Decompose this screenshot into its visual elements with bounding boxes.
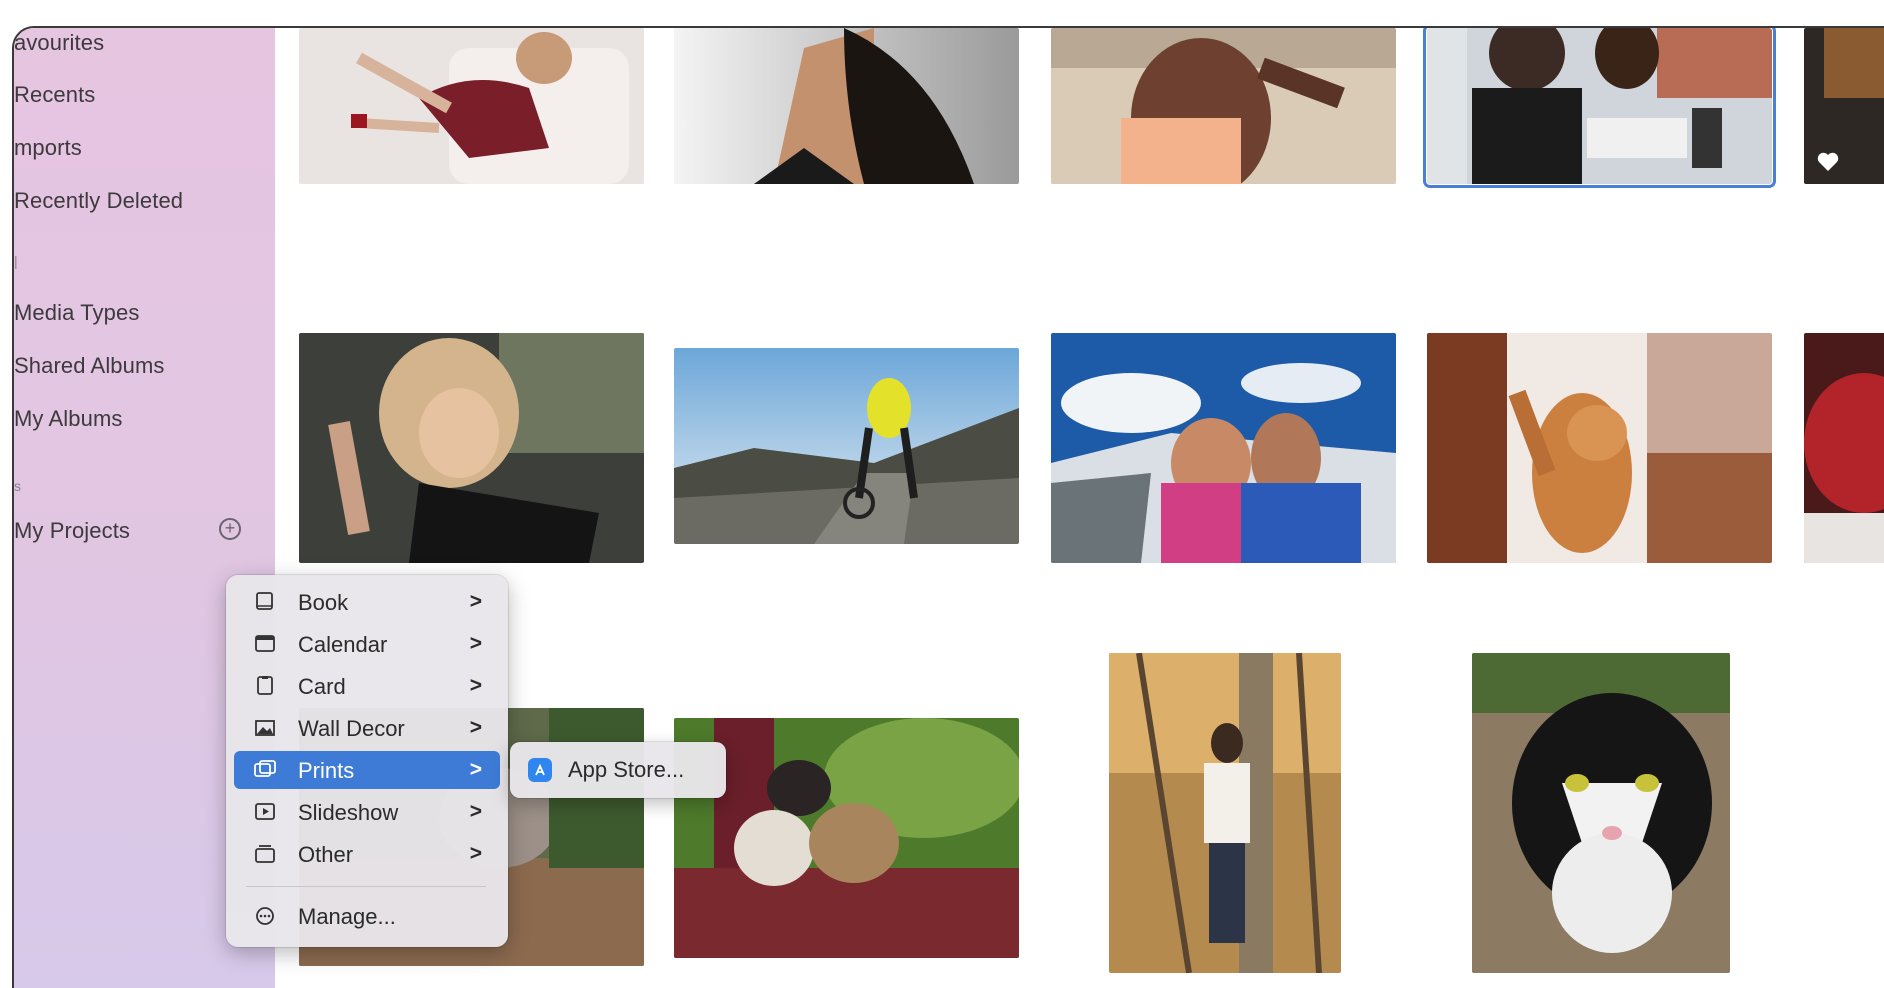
menu-item-label: Card xyxy=(298,674,346,699)
photo-thumbnail[interactable] xyxy=(1427,333,1772,563)
plus-circle-icon[interactable]: + xyxy=(219,518,241,540)
sidebar-section-divider: s xyxy=(14,478,21,494)
prints-submenu: App Store... xyxy=(510,742,726,798)
photo-image xyxy=(1051,333,1396,563)
menu-item-wall-decor[interactable]: Wall Decor > xyxy=(234,709,500,747)
photo-thumbnail[interactable] xyxy=(299,333,644,563)
sidebar-item-recently-deleted[interactable]: Recently Deleted xyxy=(14,188,183,214)
photo-image xyxy=(674,348,1019,544)
menu-item-card[interactable]: Card > xyxy=(234,667,500,705)
app-store-icon xyxy=(528,758,552,782)
chevron-right-icon: > xyxy=(469,590,482,613)
photo-thumbnail[interactable] xyxy=(1109,653,1341,973)
photo-thumbnail[interactable] xyxy=(1051,333,1396,563)
photo-image xyxy=(1804,333,1884,563)
calendar-icon xyxy=(255,635,275,652)
menu-item-label: Manage... xyxy=(298,904,396,929)
sidebar-item-imports[interactable]: mports xyxy=(14,135,82,161)
photo-image xyxy=(1109,653,1341,973)
menu-item-prints[interactable]: Prints > xyxy=(234,751,500,789)
other-icon xyxy=(255,845,275,863)
sidebar-item-favourites[interactable]: avourites xyxy=(14,30,104,56)
menu-item-label: Wall Decor xyxy=(298,716,405,741)
photo-image xyxy=(674,28,1019,184)
photo-thumbnail[interactable] xyxy=(1804,333,1884,563)
photo-thumbnail[interactable] xyxy=(299,28,644,184)
more-circle-icon xyxy=(256,907,274,925)
menu-item-slideshow[interactable]: Slideshow > xyxy=(234,793,500,831)
sidebar-item-my-projects[interactable]: My Projects xyxy=(14,518,130,544)
card-icon xyxy=(257,676,273,695)
sidebar-section-divider: | xyxy=(14,253,18,269)
photo-image xyxy=(1051,28,1396,184)
sidebar-item-my-albums[interactable]: My Albums xyxy=(14,406,122,432)
photo-thumbnail[interactable] xyxy=(1804,28,1884,184)
photo-image xyxy=(299,28,644,184)
wall-decor-icon xyxy=(255,720,275,736)
slideshow-icon xyxy=(255,803,275,820)
chevron-right-icon: > xyxy=(469,674,482,697)
context-menu: Book > Calendar > Card > Wall Decor > Pr… xyxy=(226,575,508,947)
menu-item-label: Calendar xyxy=(298,632,388,657)
chevron-right-icon: > xyxy=(469,758,482,781)
sidebar-item-shared-albums[interactable]: Shared Albums xyxy=(14,353,165,379)
photo-thumbnail[interactable] xyxy=(1051,28,1396,184)
menu-item-calendar[interactable]: Calendar > xyxy=(234,625,500,663)
menu-item-book[interactable]: Book > xyxy=(234,583,500,621)
submenu-item-app-store[interactable]: App Store... xyxy=(510,742,726,798)
chevron-right-icon: > xyxy=(469,716,482,739)
photo-image xyxy=(1427,28,1772,184)
menu-item-label: Book xyxy=(298,590,349,615)
photo-image xyxy=(1472,653,1730,973)
prints-icon xyxy=(254,760,276,777)
menu-item-manage[interactable]: Manage... xyxy=(234,897,500,935)
photo-image xyxy=(1427,333,1772,563)
photo-thumbnail[interactable] xyxy=(674,28,1019,184)
photo-thumbnail-selected[interactable] xyxy=(1423,28,1776,188)
sidebar-item-media-types[interactable]: Media Types xyxy=(14,300,139,326)
photo-image xyxy=(299,333,644,563)
menu-item-other[interactable]: Other > xyxy=(234,835,500,873)
chevron-right-icon: > xyxy=(469,632,482,655)
photo-thumbnail[interactable] xyxy=(1472,653,1730,973)
chevron-right-icon: > xyxy=(469,842,482,865)
menu-item-label: Prints xyxy=(298,758,355,783)
chevron-right-icon: > xyxy=(469,800,482,823)
book-icon xyxy=(256,592,273,610)
photo-thumbnail[interactable] xyxy=(674,348,1019,544)
sidebar-item-recents[interactable]: Recents xyxy=(14,82,95,108)
menu-separator xyxy=(246,886,486,887)
submenu-item-label: App Store... xyxy=(568,757,685,782)
menu-item-label: Other xyxy=(298,842,354,867)
photos-window: avourites Recents mports Recently Delete… xyxy=(12,26,1884,988)
favorite-heart-icon xyxy=(1817,152,1839,171)
menu-item-label: Slideshow xyxy=(298,800,399,825)
